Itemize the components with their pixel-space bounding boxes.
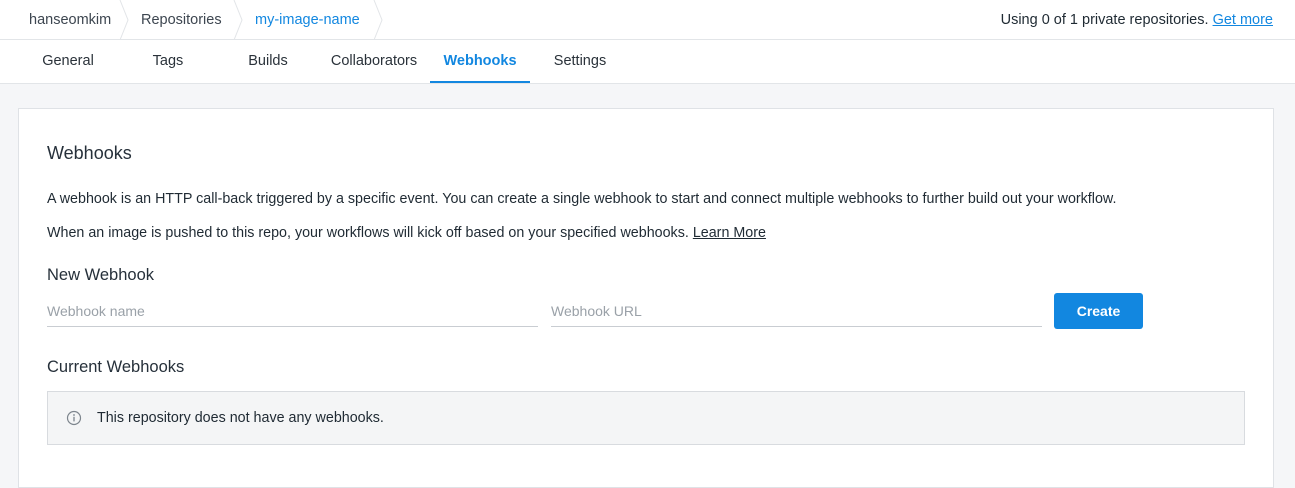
- usage-text: Using 0 of 1 private repositories.: [1000, 12, 1209, 28]
- info-circle-icon: [66, 410, 82, 426]
- learn-more-link[interactable]: Learn More: [693, 225, 766, 241]
- repository-tabs: General Tags Builds Collaborators Webhoo…: [0, 40, 1295, 84]
- chevron-right-icon: [372, 0, 386, 40]
- webhook-info-text: When an image is pushed to this repo, yo…: [47, 225, 689, 241]
- webhook-name-input[interactable]: [47, 295, 538, 327]
- webhooks-card: Webhooks A webhook is an HTTP call-back …: [18, 108, 1274, 488]
- chevron-right-icon: [232, 0, 246, 40]
- tab-collaborators[interactable]: Collaborators: [323, 40, 425, 83]
- tab-tags[interactable]: Tags: [138, 40, 198, 83]
- private-repo-usage: Using 0 of 1 private repositories. Get m…: [1001, 0, 1273, 40]
- breadcrumb-repository-name[interactable]: my-image-name: [255, 0, 360, 40]
- new-webhook-heading: New Webhook: [47, 266, 155, 284]
- create-webhook-button[interactable]: Create: [1054, 293, 1143, 329]
- tab-builds[interactable]: Builds: [232, 40, 304, 83]
- empty-notice-text: This repository does not have any webhoo…: [97, 410, 384, 426]
- tab-settings[interactable]: Settings: [543, 40, 617, 83]
- breadcrumb-repositories[interactable]: Repositories: [141, 0, 222, 40]
- tab-general[interactable]: General: [28, 40, 108, 83]
- webhook-url-input[interactable]: [551, 295, 1042, 327]
- breadcrumb-namespace[interactable]: hanseomkim: [29, 0, 111, 40]
- get-more-link[interactable]: Get more: [1213, 12, 1273, 28]
- webhook-info: When an image is pushed to this repo, yo…: [47, 225, 766, 241]
- page-title: Webhooks: [47, 143, 132, 163]
- current-webhooks-heading: Current Webhooks: [47, 358, 185, 376]
- chevron-right-icon: [118, 0, 132, 40]
- top-bar: hanseomkim Repositories my-image-name Us…: [0, 0, 1295, 40]
- tab-webhooks[interactable]: Webhooks: [430, 40, 530, 83]
- webhook-description: A webhook is an HTTP call-back triggered…: [47, 191, 1117, 207]
- empty-webhooks-notice: This repository does not have any webhoo…: [47, 391, 1245, 445]
